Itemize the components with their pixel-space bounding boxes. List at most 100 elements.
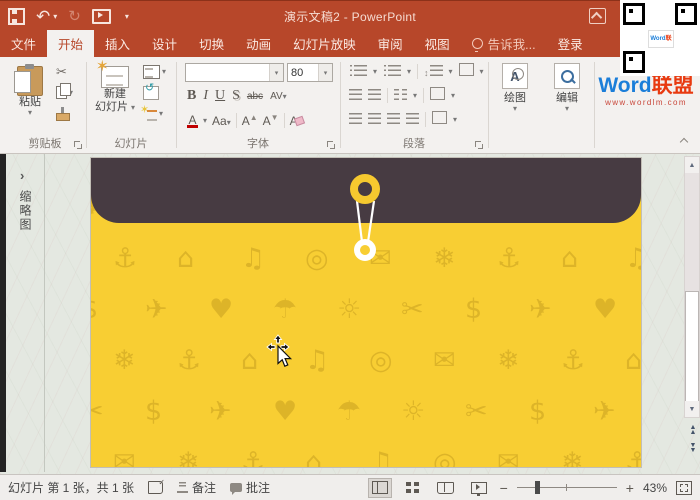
font-dialog-launcher[interactable]	[327, 141, 335, 149]
collapse-ribbon-icon[interactable]	[680, 137, 688, 145]
scroll-up-button[interactable]: ▲	[685, 157, 699, 173]
next-slide-button[interactable]: ▼ ▼	[687, 442, 699, 453]
drawing-button[interactable]: A 绘图 ▾	[492, 57, 538, 113]
chevron-down-icon[interactable]: ▾	[451, 91, 455, 100]
underline-button[interactable]: U	[215, 89, 225, 103]
align-right-button[interactable]	[387, 111, 400, 129]
scrollbar-thumb[interactable]	[685, 291, 699, 403]
expand-panel-chevron-icon[interactable]: ›	[20, 168, 24, 183]
tab-review[interactable]: 审阅	[367, 30, 414, 57]
tab-home[interactable]: 开始	[47, 30, 95, 57]
slide-sorter-view-button[interactable]	[401, 478, 425, 498]
previous-slide-button[interactable]: ▲ ▲	[687, 424, 699, 435]
chevron-down-icon[interactable]: ▾	[318, 64, 332, 81]
chevron-down-icon[interactable]: ▾	[269, 64, 283, 81]
eraser-icon	[293, 115, 305, 126]
tab-design[interactable]: 设计	[141, 30, 188, 57]
chevron-down-icon[interactable]: ▾	[453, 115, 457, 124]
editing-button[interactable]: 编辑 ▾	[544, 57, 590, 113]
slideshow-view-icon	[470, 481, 487, 496]
line-spacing-button[interactable]: ↕	[424, 63, 443, 81]
customize-qat-button[interactable]: ▾	[122, 12, 129, 21]
layout-icon	[143, 64, 160, 79]
save-button[interactable]	[8, 7, 25, 25]
cut-button[interactable]: ✂	[56, 63, 73, 80]
strikethrough-button[interactable]: abc	[247, 91, 263, 102]
align-left-icon	[349, 112, 362, 124]
font-name-combobox[interactable]: ▾	[185, 63, 284, 82]
bullets-button[interactable]	[349, 63, 367, 81]
comments-toggle-button[interactable]: 批注	[230, 479, 270, 496]
pattern-icon: $	[145, 396, 163, 427]
normal-view-icon	[371, 481, 388, 494]
decrease-indent-button[interactable]	[349, 87, 362, 105]
increase-indent-button[interactable]	[368, 87, 381, 105]
text-direction-button[interactable]	[458, 62, 474, 81]
normal-view-button[interactable]	[367, 477, 392, 498]
tab-transitions[interactable]: 切换	[188, 30, 235, 57]
align-text-button[interactable]	[430, 86, 446, 105]
change-case-button[interactable]: Aa▾	[212, 114, 231, 128]
convert-smartart-button[interactable]	[432, 110, 447, 129]
start-slideshow-button[interactable]	[91, 8, 111, 24]
redo-button[interactable]: ↻	[68, 9, 81, 24]
slide-layout-button[interactable]: ▾	[143, 63, 166, 80]
zoom-percentage[interactable]: 43%	[643, 481, 667, 495]
reset-slide-button[interactable]: ↺	[143, 82, 166, 101]
chevron-down-icon[interactable]: ▾	[203, 116, 207, 125]
grow-font-button[interactable]: A▲	[242, 113, 258, 128]
chevron-down-icon[interactable]: ▾	[413, 91, 417, 100]
scroll-down-button[interactable]: ▼	[685, 401, 699, 417]
paste-button[interactable]: 粘贴 ▾	[10, 59, 50, 117]
slide-canvas[interactable]: ✈♥☂☼✂$✈♥☂⚓⌂♫◎✉❄⚓⌂♫$✈♥☂☼✂$✈♥❄⚓⌂♫◎✉❄⚓⌂✂$✈♥…	[90, 157, 642, 468]
zoom-in-button[interactable]: +	[626, 481, 634, 495]
spell-check-button[interactable]	[148, 478, 165, 494]
new-slide-button[interactable]: ✶ 新建 幻灯片 ▾	[91, 57, 139, 114]
text-shadow-button[interactable]: S	[232, 89, 240, 103]
undo-dropdown-icon[interactable]: ▾	[53, 12, 57, 21]
bold-button[interactable]: B	[187, 89, 196, 103]
tab-view[interactable]: 视图	[414, 30, 461, 57]
align-left-button[interactable]	[349, 111, 362, 129]
slideshow-view-button[interactable]	[467, 478, 491, 498]
tab-slideshow[interactable]: 幻灯片放映	[282, 30, 367, 57]
zoom-slider[interactable]	[516, 480, 617, 495]
fit-slide-to-window-button[interactable]	[676, 480, 692, 495]
zoom-slider-thumb[interactable]	[534, 481, 540, 494]
justify-button[interactable]	[406, 111, 419, 129]
sign-in-button[interactable]: 登录	[547, 30, 594, 57]
paragraph-dialog-launcher[interactable]	[475, 141, 483, 149]
notes-toggle-button[interactable]: 备注	[177, 479, 216, 496]
undo-button[interactable]: ↶ ▾	[36, 8, 57, 25]
align-center-button[interactable]	[368, 111, 381, 129]
font-size-combobox[interactable]: 80 ▾	[287, 63, 333, 82]
slide-number-indicator[interactable]: 幻灯片 第 1 张，共 1 张	[8, 479, 134, 496]
ribbon-display-options-button[interactable]	[589, 8, 606, 24]
zoom-out-button[interactable]: −	[500, 481, 508, 495]
columns-button[interactable]	[394, 87, 407, 105]
chevron-down-icon[interactable]: ▾	[373, 67, 377, 76]
paragraph-row-3: ▾	[349, 110, 457, 129]
chevron-down-icon[interactable]: ▾	[407, 67, 411, 76]
chevron-down-icon[interactable]: ▾	[480, 67, 484, 76]
thumbnails-panel-collapsed[interactable]: › 缩略图	[6, 154, 45, 472]
character-spacing-button[interactable]: AV▾	[270, 91, 287, 102]
chevron-down-icon[interactable]: ▾	[449, 67, 453, 76]
section-button[interactable]: ✶ ▾	[140, 104, 166, 122]
numbering-button[interactable]	[383, 63, 402, 81]
tab-insert[interactable]: 插入	[94, 30, 141, 57]
reading-view-button[interactable]	[434, 478, 458, 498]
clear-formatting-button[interactable]: A	[290, 114, 305, 128]
shrink-font-button[interactable]: A▼	[263, 113, 279, 128]
down-arrow-icon: ▼	[270, 113, 279, 122]
start-slideshow-icon	[91, 8, 111, 24]
tab-file[interactable]: 文件	[0, 30, 47, 57]
italic-button[interactable]: I	[203, 89, 208, 103]
font-color-button[interactable]: A	[187, 113, 198, 128]
copy-button[interactable]: ▾	[56, 83, 73, 101]
clipboard-dialog-launcher[interactable]	[74, 141, 82, 149]
tab-animations[interactable]: 动画	[235, 30, 282, 57]
format-painter-button[interactable]	[56, 105, 73, 122]
tab-tell-me[interactable]: 告诉我...	[461, 30, 547, 57]
vertical-scrollbar[interactable]: ▲ ▼	[684, 156, 700, 418]
